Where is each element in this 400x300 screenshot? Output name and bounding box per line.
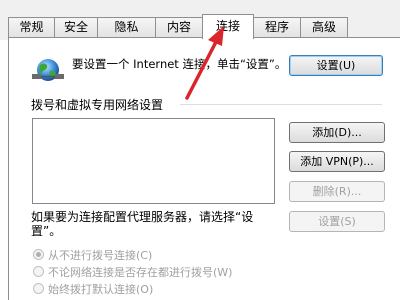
dialup-section-title: 拨号和虚拟专用网络设置 [31, 96, 168, 113]
radio-never-dial-label: 从不进行拨号连接(C) [48, 249, 153, 262]
radio-dial-whenever[interactable]: 不论网络连接是否存在都进行拨号(W) [33, 265, 232, 281]
radio-dial-whenever-label: 不论网络连接是否存在都进行拨号(W) [48, 266, 233, 279]
section-divider [180, 104, 382, 105]
radio-always-dial-default-label: 始终拨打默认连接(O) [48, 283, 154, 296]
setup-button[interactable]: 设置(U) [289, 55, 383, 76]
tab-connections[interactable]: 连接 [202, 14, 254, 39]
tab-content[interactable]: 内容 [155, 17, 203, 37]
tab-privacy[interactable]: 隐私 [97, 17, 156, 37]
setup-instruction-text: 要设置一个 Internet 连接，单击“设置”。 [72, 57, 287, 71]
radio-indicator [33, 283, 44, 294]
remove-button[interactable]: 删除(R)... [289, 181, 385, 202]
tab-security[interactable]: 安全 [54, 17, 98, 37]
connection-settings-button[interactable]: 设置(S) [289, 211, 385, 232]
tab-general[interactable]: 常规 [8, 17, 55, 37]
radio-never-dial[interactable]: 从不进行拨号连接(C) [33, 248, 152, 264]
connections-list[interactable] [32, 118, 275, 204]
radio-always-dial-default[interactable]: 始终拨打默认连接(O) [33, 282, 153, 298]
radio-indicator [33, 249, 44, 260]
add-vpn-button[interactable]: 添加 VPN(P)... [289, 151, 385, 172]
add-button[interactable]: 添加(D)... [289, 122, 385, 143]
tab-programs[interactable]: 程序 [253, 17, 301, 37]
radio-indicator [33, 266, 44, 277]
proxy-instruction-text: 如果要为连接配置代理服务器，请选择“设置”。 [31, 210, 254, 238]
tab-advanced[interactable]: 高级 [300, 17, 348, 37]
tab-strip: 常规 安全 隐私 内容 连接 程序 高级 [0, 0, 400, 40]
network-globe-icon [32, 59, 64, 81]
